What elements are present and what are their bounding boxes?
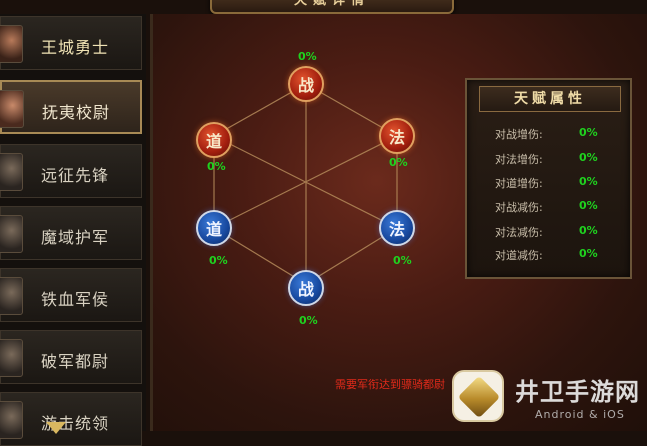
page-title: 天赋详情 bbox=[210, 0, 454, 14]
rank-avatar bbox=[0, 339, 23, 377]
rank-item-moyu[interactable]: 魔域护军 bbox=[0, 206, 142, 260]
attr-label: 对道增伤: bbox=[495, 177, 543, 190]
attr-value: 0% bbox=[579, 247, 598, 260]
attr-label: 对战减伤: bbox=[495, 201, 543, 214]
rank-sidebar: 王城勇士 抚夷校尉 远征先锋 魔域护军 铁血军侯 破军都尉 游击统领 bbox=[0, 14, 146, 446]
talent-node-dao-red[interactable]: 道 bbox=[196, 122, 232, 158]
attr-value: 0% bbox=[579, 199, 598, 212]
rank-avatar bbox=[0, 277, 23, 315]
rank-label: 破军都尉 bbox=[41, 352, 110, 371]
talent-node-zhan-blue[interactable]: 战 bbox=[288, 270, 324, 306]
watermark-logo-icon bbox=[452, 370, 504, 422]
rank-requirement-notice: 需要军衔达到骠骑都尉 bbox=[335, 378, 445, 391]
rank-item-tiexue[interactable]: 铁血军侯 bbox=[0, 268, 142, 322]
talent-percent: 0% bbox=[298, 50, 317, 63]
scroll-down-arrow-icon[interactable] bbox=[46, 422, 66, 434]
rank-item-youji[interactable]: 游击统领 bbox=[0, 392, 142, 446]
attr-label: 对道减伤: bbox=[495, 249, 543, 262]
gem-icon bbox=[457, 375, 501, 419]
rank-label: 王城勇士 bbox=[41, 38, 110, 57]
rank-avatar bbox=[0, 215, 23, 253]
attributes-title: 天赋属性 bbox=[479, 86, 621, 112]
talent-percent: 0% bbox=[299, 314, 318, 327]
watermark-subtext: Android & iOS bbox=[535, 408, 625, 421]
talent-node-dao-blue[interactable]: 道 bbox=[196, 210, 232, 246]
attr-label: 对法增伤: bbox=[495, 153, 543, 166]
rank-item-pojun[interactable]: 破军都尉 bbox=[0, 330, 142, 384]
talent-percent: 0% bbox=[209, 254, 228, 267]
rank-item-yuanzheng[interactable]: 远征先锋 bbox=[0, 144, 142, 198]
watermark-text: 井卫手游网 bbox=[515, 378, 640, 406]
talent-node-fa-blue[interactable]: 法 bbox=[379, 210, 415, 246]
rank-avatar bbox=[0, 401, 23, 439]
rank-item-fuyi[interactable]: 抚夷校尉 bbox=[0, 80, 142, 134]
talent-node-fa-red[interactable]: 法 bbox=[379, 118, 415, 154]
rank-item-wangcheng[interactable]: 王城勇士 bbox=[0, 16, 142, 70]
talent-percent: 0% bbox=[393, 254, 412, 267]
talent-attributes-panel: 天赋属性 对战增伤: 0% 对法增伤: 0% 对道增伤: 0% 对战减伤: 0%… bbox=[465, 78, 632, 279]
attr-value: 0% bbox=[579, 175, 598, 188]
talent-percent: 0% bbox=[207, 160, 226, 173]
attr-value: 0% bbox=[579, 151, 598, 164]
rank-avatar bbox=[0, 25, 23, 63]
rank-avatar bbox=[0, 90, 24, 128]
talent-percent: 0% bbox=[389, 156, 408, 169]
rank-label: 抚夷校尉 bbox=[42, 103, 111, 122]
attr-value: 0% bbox=[579, 224, 598, 237]
attr-value: 0% bbox=[579, 126, 598, 139]
rank-label: 远征先锋 bbox=[41, 166, 110, 185]
rank-label: 魔域护军 bbox=[41, 228, 110, 247]
talent-board: 战 0% 法 0% 道 0% 道 0% 法 0% 战 0% 天赋属性 对战增伤:… bbox=[150, 14, 647, 431]
talent-node-zhan-red[interactable]: 战 bbox=[288, 66, 324, 102]
rank-avatar bbox=[0, 153, 23, 191]
rank-label: 铁血军侯 bbox=[41, 290, 110, 309]
attr-label: 对法减伤: bbox=[495, 226, 543, 239]
attr-label: 对战增伤: bbox=[495, 128, 543, 141]
